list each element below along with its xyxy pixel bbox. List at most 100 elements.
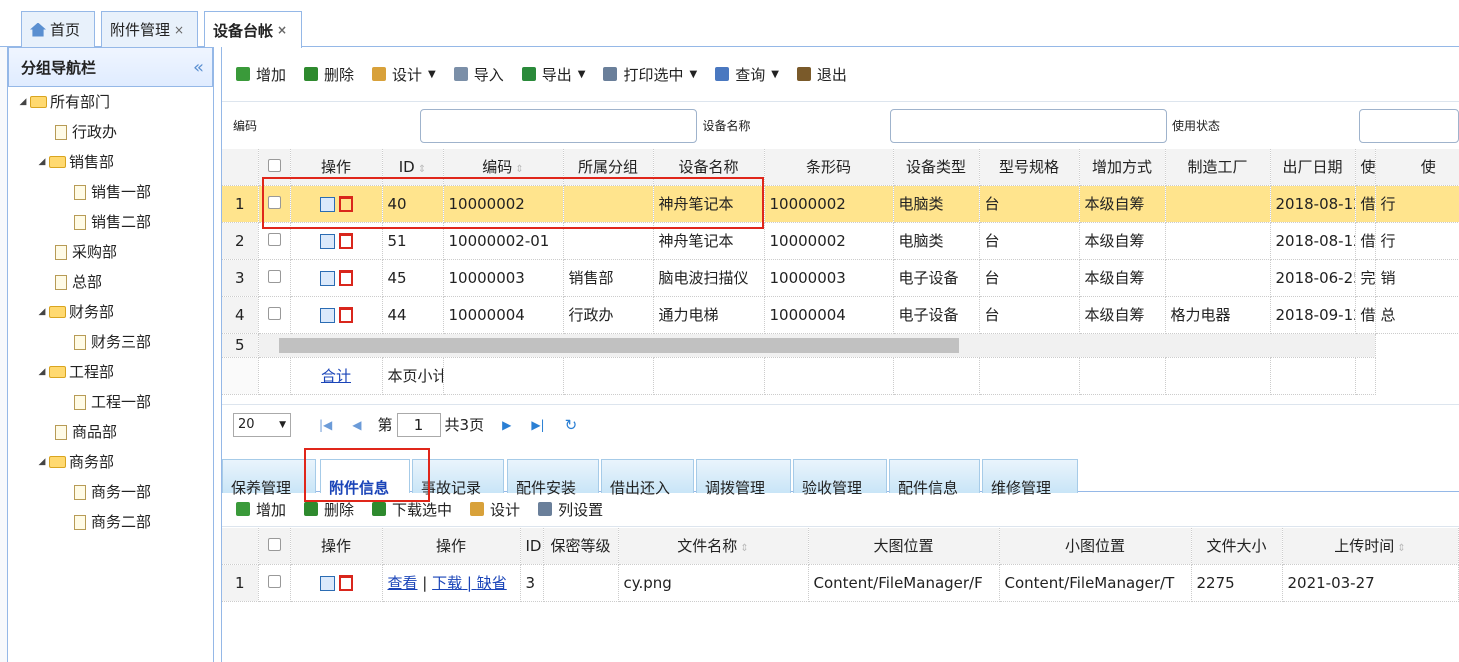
- close-icon[interactable]: ×: [174, 23, 184, 37]
- page-number-input[interactable]: 1: [396, 412, 441, 437]
- name-input[interactable]: [889, 108, 1167, 143]
- tree-item[interactable]: ◢ 商务部: [8, 447, 213, 477]
- tree-item[interactable]: ◢ 所有部门: [8, 87, 213, 117]
- dropdown-caret-icon[interactable]: ▼: [771, 69, 779, 80]
- detail-tab[interactable]: 调拨管理: [696, 459, 791, 497]
- refresh-icon[interactable]: ↻: [565, 416, 578, 434]
- collapse-icon[interactable]: «: [193, 57, 204, 78]
- tree-item[interactable]: ◢ 销售部: [8, 147, 213, 177]
- next-page-icon[interactable]: ▶: [502, 418, 511, 432]
- first-page-icon[interactable]: |◀: [319, 418, 332, 432]
- expand-icon[interactable]: ◢: [35, 297, 49, 327]
- status-input[interactable]: [1359, 108, 1459, 143]
- column-header[interactable]: 条形码: [764, 149, 894, 186]
- add-button[interactable]: 增加: [236, 64, 286, 85]
- column-header[interactable]: 保密等级: [543, 528, 619, 565]
- column-header[interactable]: 设备类型: [893, 149, 980, 186]
- wrench-button[interactable]: 列设置: [538, 499, 603, 520]
- import-button[interactable]: 导入: [453, 64, 504, 85]
- page-size-select[interactable]: 20 ▼: [233, 412, 291, 437]
- total-cell[interactable]: 合计: [290, 357, 383, 395]
- tab-equipment-ledger[interactable]: 设备台帐 ×: [204, 11, 302, 48]
- horizontal-scrollbar[interactable]: [258, 333, 1376, 358]
- column-header[interactable]: 操作: [290, 528, 383, 565]
- row-select-cell[interactable]: [258, 564, 291, 602]
- detail-tab[interactable]: 配件安装: [507, 459, 599, 497]
- detail-tab[interactable]: 保养管理: [222, 459, 316, 497]
- design-button[interactable]: 设计 ▼: [372, 64, 436, 85]
- column-header[interactable]: 出厂日期: [1270, 149, 1356, 186]
- design-button[interactable]: 设计: [470, 499, 520, 520]
- detail-tab[interactable]: 配件信息: [889, 459, 980, 497]
- select-all-cell[interactable]: [258, 528, 291, 565]
- tree-item[interactable]: 总部: [8, 267, 213, 297]
- tree-item[interactable]: 财务三部: [8, 327, 213, 357]
- tree-item[interactable]: 工程一部: [8, 387, 213, 417]
- table-row[interactable]: 1 查看 | 下载 | 缺省 3 cy.png Content/FileManager/…: [222, 564, 1459, 602]
- row-checkbox[interactable]: [267, 574, 281, 588]
- close-icon[interactable]: ×: [277, 23, 287, 37]
- tree-item[interactable]: ◢ 工程部: [8, 357, 213, 387]
- delete-icon[interactable]: [338, 233, 353, 249]
- expand-icon[interactable]: ◢: [16, 87, 30, 117]
- column-header[interactable]: 使: [1375, 149, 1459, 186]
- tree-item[interactable]: 销售一部: [8, 177, 213, 207]
- edit-icon[interactable]: [319, 233, 335, 249]
- delete-icon[interactable]: [338, 270, 353, 286]
- delete-icon[interactable]: [338, 307, 353, 323]
- column-header[interactable]: 制造工厂: [1165, 149, 1271, 186]
- sort-icon[interactable]: ⇕: [1394, 543, 1405, 554]
- expand-icon[interactable]: ◢: [35, 447, 49, 477]
- tree-item[interactable]: 销售二部: [8, 207, 213, 237]
- search-button[interactable]: 查询 ▼: [715, 64, 779, 85]
- excel-button[interactable]: 导出 ▼: [521, 64, 586, 85]
- row-checkbox[interactable]: [267, 269, 281, 283]
- select-all-checkbox[interactable]: [267, 537, 281, 551]
- column-header[interactable]: 型号规格: [979, 149, 1080, 186]
- print-button[interactable]: 打印选中 ▼: [603, 64, 697, 85]
- total-link[interactable]: 合计: [321, 367, 351, 385]
- tree-item[interactable]: ◢ 财务部: [8, 297, 213, 327]
- delete-icon[interactable]: [338, 575, 353, 591]
- edit-icon[interactable]: [319, 270, 335, 286]
- table-row[interactable]: 3 45 10000003 销售部 脑电波扫描仪 10000003 电子设备台本级自筹 201…: [222, 259, 1459, 297]
- download-link[interactable]: 下载: [432, 574, 462, 592]
- column-header[interactable]: 文件名称 ⇕: [618, 528, 809, 565]
- expand-icon[interactable]: ◢: [35, 147, 49, 177]
- detail-tab[interactable]: 维修管理: [982, 459, 1078, 497]
- row-checkbox[interactable]: [267, 232, 281, 246]
- tab-home[interactable]: 首页: [21, 11, 95, 47]
- dropdown-caret-icon[interactable]: ▼: [690, 69, 698, 80]
- tree-item[interactable]: 商品部: [8, 417, 213, 447]
- last-page-icon[interactable]: ▶|: [531, 418, 544, 432]
- missing-link[interactable]: 缺省: [477, 574, 507, 592]
- dropdown-caret-icon[interactable]: ▼: [578, 69, 586, 80]
- edit-icon[interactable]: [319, 575, 335, 591]
- sort-icon[interactable]: ⇕: [415, 164, 426, 175]
- column-header[interactable]: 文件大小: [1191, 528, 1283, 565]
- edit-icon[interactable]: [319, 307, 335, 323]
- tree-item[interactable]: 采购部: [8, 237, 213, 267]
- sort-icon[interactable]: ⇕: [737, 543, 748, 554]
- detail-tab[interactable]: 验收管理: [793, 459, 887, 497]
- sort-icon[interactable]: ⇕: [512, 164, 523, 175]
- exit-button[interactable]: 退出: [796, 64, 847, 85]
- row-select-cell[interactable]: [258, 296, 291, 334]
- column-header[interactable]: 增加方式: [1079, 149, 1166, 186]
- table-row[interactable]: 4 44 10000004 行政办 通力电梯 10000004 电子设备台本级自筹 格力电器 2…: [222, 296, 1459, 334]
- dropdown-caret-icon[interactable]: ▼: [428, 69, 436, 80]
- row-checkbox[interactable]: [267, 306, 281, 320]
- prev-page-icon[interactable]: ◀: [352, 418, 361, 432]
- column-header[interactable]: 小图位置: [999, 528, 1192, 565]
- tab-attachment-management[interactable]: 附件管理 ×: [101, 11, 198, 47]
- remove-button[interactable]: 删除: [304, 64, 354, 85]
- row-select-cell[interactable]: [258, 259, 291, 297]
- column-header[interactable]: ID: [520, 528, 544, 565]
- detail-tab[interactable]: 借出还入: [601, 459, 694, 497]
- column-header[interactable]: 操作: [382, 528, 521, 565]
- code-input[interactable]: [420, 108, 698, 143]
- tree-item[interactable]: 商务二部: [8, 507, 213, 537]
- column-header[interactable]: 使用状态 ⇕: [1355, 149, 1376, 186]
- tree-item[interactable]: 行政办: [8, 117, 213, 147]
- add-button[interactable]: 增加: [236, 499, 286, 520]
